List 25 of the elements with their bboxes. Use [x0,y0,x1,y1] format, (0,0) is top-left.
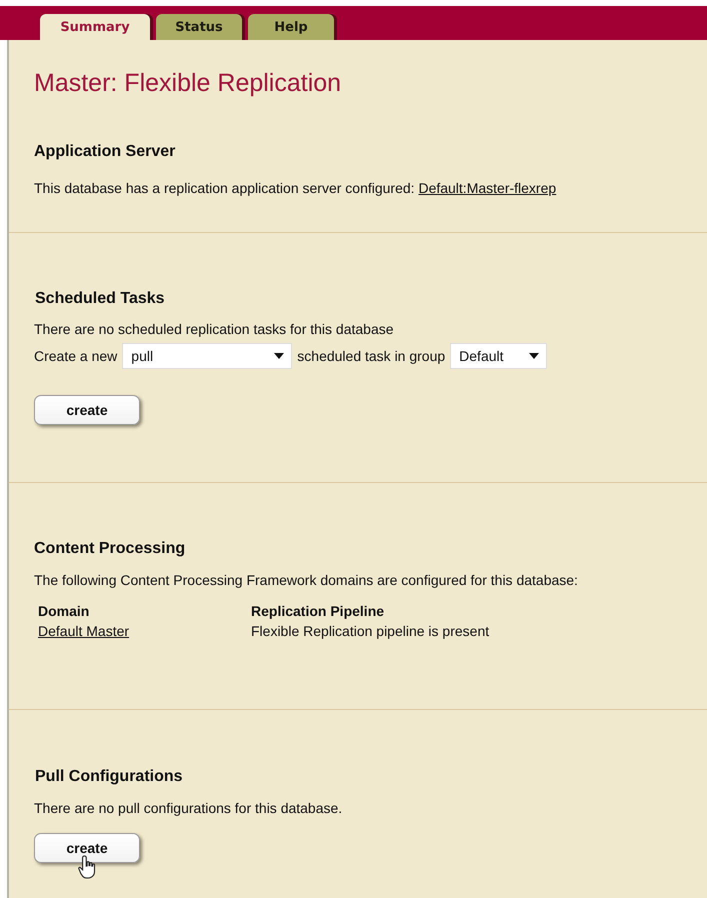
no-tasks-message: There are no scheduled replication tasks for this database [34,320,395,338]
section-heading: Content Processing [34,539,186,559]
tab[interactable]: Status [156,14,242,40]
domain-link[interactable]: Default Master [38,623,130,639]
form-label: scheduled task in group [297,348,446,364]
dropdown-field[interactable]: Default [450,343,548,369]
caret-icon [528,352,540,360]
tab[interactable]: Summary [40,14,150,40]
caret-icon [273,352,286,360]
page-title: Master: Flexible Replication [34,68,342,98]
no-pull-message: There are no pull configurations for this database. [34,799,344,817]
server-link[interactable]: Default:Master-flexrep [418,180,556,196]
column-header: Replication Pipeline [251,603,386,621]
create-button[interactable]: create [34,833,140,863]
section-heading: Scheduled Tasks [35,289,166,309]
dropdown-field[interactable]: pull [122,343,292,369]
column-header: Domain [38,603,90,621]
tab[interactable]: Help [248,14,334,40]
form-label: Create a new [34,348,118,364]
domains-description: The following Content Processing Framework domains are configured for this database: [34,571,579,589]
section-heading: Application Server [34,142,176,162]
create-button[interactable]: create [34,395,140,425]
section-heading: Pull Configurations [35,767,184,787]
server-description: This database has a replication application server configured: Default:Master-flexrep [34,179,558,197]
table-cell: Flexible Replication pipeline is present [251,623,490,639]
